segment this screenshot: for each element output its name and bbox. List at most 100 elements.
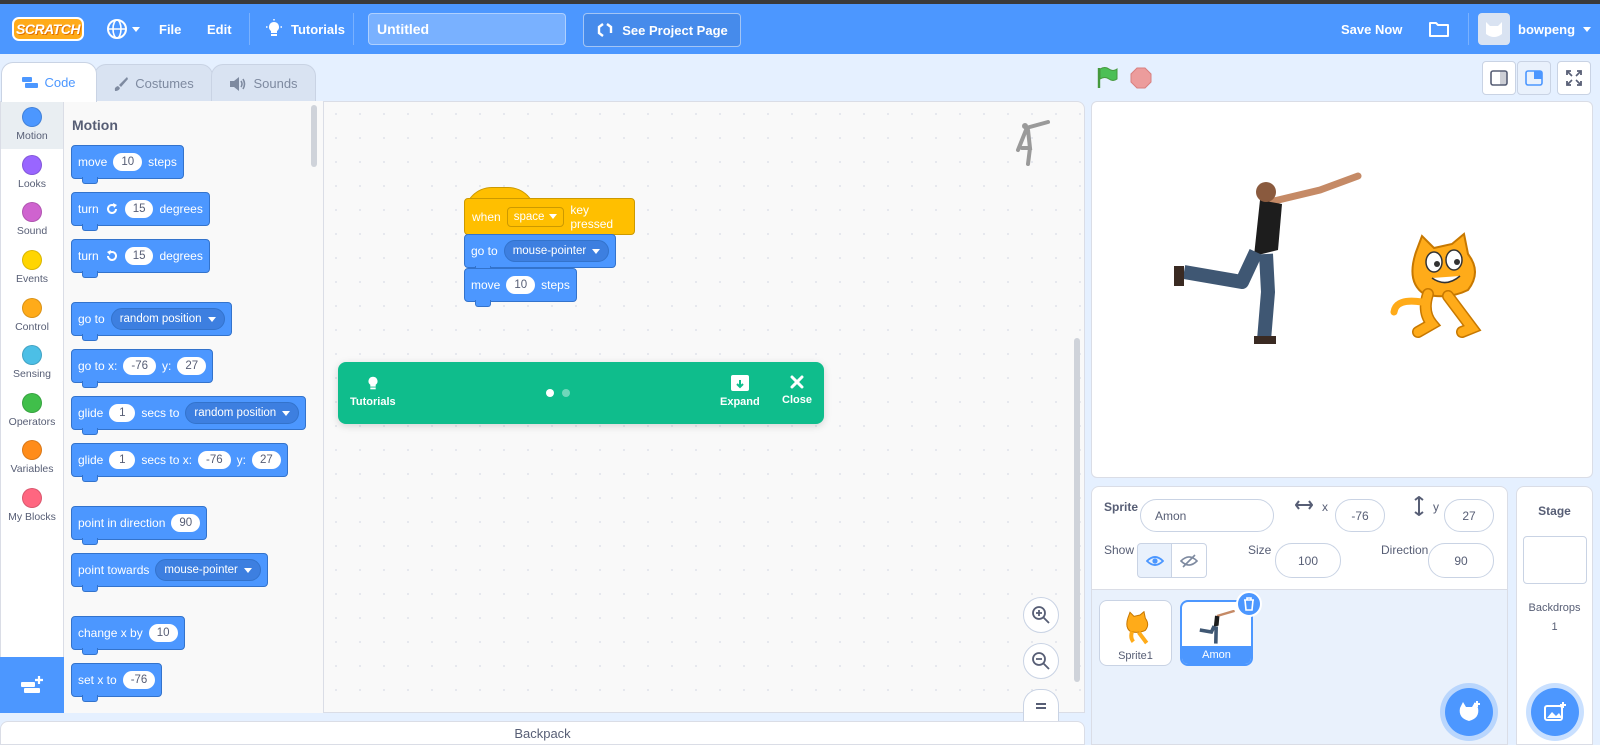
block-number-input[interactable]: 15 (124, 200, 154, 218)
stop-icon[interactable] (1129, 66, 1153, 90)
sprite-thumb-sprite1[interactable]: Sprite1 (1099, 600, 1172, 666)
tutorials-library-button[interactable]: Tutorials (350, 374, 396, 408)
block-turn-left[interactable]: turn 15 degrees (71, 239, 210, 278)
tutorials-label: Tutorials (350, 396, 396, 408)
fullscreen-button[interactable] (1557, 61, 1591, 95)
category-sound[interactable]: Sound (1, 196, 63, 244)
add-extension-button[interactable] (0, 657, 64, 713)
block-dropdown[interactable]: mouse-pointer (155, 559, 261, 581)
green-flag-icon[interactable] (1095, 66, 1119, 90)
zoom-out-button[interactable] (1023, 643, 1059, 679)
block-go-to[interactable]: go to random position (71, 302, 232, 341)
lightbulb-icon (266, 19, 282, 36)
block-text: point in direction (78, 516, 166, 530)
direction-field[interactable]: 90 (1428, 543, 1494, 578)
block-move-steps[interactable]: move 10 steps (71, 145, 184, 184)
block-turn-right[interactable]: turn 15 degrees (71, 192, 210, 231)
fullscreen-icon (1566, 70, 1582, 86)
category-looks[interactable]: Looks (1, 149, 63, 197)
language-menu[interactable] (106, 4, 140, 54)
block-number-input[interactable]: 1 (109, 451, 136, 469)
expand-button[interactable]: Expand (720, 374, 760, 408)
block-go-to-xy[interactable]: go to x: -76 y: 27 (71, 349, 214, 388)
script-block-move[interactable]: move 10 steps (464, 268, 577, 307)
close-icon (790, 375, 804, 389)
x-field[interactable]: -76 (1335, 499, 1385, 532)
edit-menu[interactable]: Edit (207, 4, 232, 54)
operators-dot-icon (22, 392, 42, 413)
block-number-input[interactable]: -76 (123, 357, 156, 375)
delete-sprite-button[interactable] (1236, 591, 1262, 617)
stage-canvas[interactable] (1091, 101, 1593, 478)
category-sensing[interactable]: Sensing (1, 339, 63, 387)
block-dropdown[interactable]: mouse-pointer (503, 240, 610, 262)
block-change-x[interactable]: change x by 10 (71, 616, 185, 655)
block-dropdown[interactable]: random position (185, 402, 300, 424)
category-events[interactable]: Events (1, 244, 63, 292)
block-text: y: (236, 453, 247, 467)
project-title-input[interactable]: Untitled (368, 13, 566, 45)
normal-stage-button[interactable] (1517, 61, 1551, 95)
zoom-reset-button[interactable] (1023, 689, 1059, 721)
block-number-input[interactable]: 90 (171, 514, 201, 532)
block-glide-to[interactable]: glide 1 secs to random position (71, 396, 307, 435)
block-text: secs to (141, 406, 180, 420)
tab-sounds[interactable]: Sounds (211, 64, 316, 102)
block-when-key-pressed[interactable]: when space key pressed (464, 198, 635, 235)
backpack-label: Backpack (514, 725, 571, 741)
sprite-name-field[interactable]: Amon (1140, 499, 1274, 532)
block-number-input[interactable]: 27 (252, 451, 281, 469)
block-text: change x by (78, 626, 143, 640)
choose-backdrop-button[interactable] (1531, 688, 1579, 736)
key-dropdown[interactable]: space (506, 206, 565, 227)
y-field[interactable]: 27 (1444, 499, 1494, 532)
block-number-input[interactable]: 27 (177, 357, 207, 375)
block-number-input[interactable]: 10 (148, 624, 178, 642)
block-number-input[interactable]: -76 (198, 451, 231, 469)
step-dot[interactable] (562, 389, 570, 397)
small-stage-button[interactable] (1482, 61, 1516, 95)
block-glide-to-xy[interactable]: glide 1 secs to x: -76 y: 27 (71, 443, 288, 482)
block-dropdown[interactable]: random position (110, 308, 225, 330)
palette-scrollbar[interactable] (311, 105, 317, 167)
block-point-in-direction[interactable]: point in direction 90 (71, 506, 208, 545)
category-motion[interactable]: Motion (1, 101, 63, 149)
menu-divider (353, 13, 354, 45)
block-number-input[interactable]: -76 (122, 671, 156, 689)
dropdown-value: random position (119, 313, 202, 325)
tab-code[interactable]: Code (1, 62, 97, 102)
tab-costumes[interactable]: Costumes (94, 64, 213, 102)
script-block-go-to[interactable]: go to mouse-pointer (464, 234, 617, 273)
category-operators[interactable]: Operators (1, 387, 63, 435)
stage-thumbnail[interactable] (1522, 536, 1587, 584)
show-button[interactable] (1137, 543, 1172, 578)
account-menu[interactable]: bowpeng (1478, 4, 1592, 54)
file-menu[interactable]: File (159, 4, 181, 54)
category-variables[interactable]: Variables (1, 434, 63, 482)
block-text: go to x: (78, 359, 118, 373)
block-point-towards[interactable]: point towards mouse-pointer (71, 553, 268, 592)
zoom-in-button[interactable] (1023, 597, 1059, 633)
hide-button[interactable] (1172, 543, 1207, 578)
category-control[interactable]: Control (1, 291, 63, 339)
block-number-input[interactable]: 1 (109, 404, 136, 422)
scratch-logo[interactable]: SCRATCH (12, 17, 84, 41)
size-field[interactable]: 100 (1275, 543, 1341, 578)
see-project-page-button[interactable]: See Project Page (583, 13, 741, 47)
step-dot-active[interactable] (546, 389, 554, 397)
choose-sprite-button[interactable] (1445, 688, 1493, 736)
my-stuff-button[interactable] (1428, 4, 1450, 54)
block-number-input[interactable]: 10 (506, 276, 536, 294)
block-number-input[interactable]: 10 (113, 153, 143, 171)
close-label: Close (782, 394, 812, 406)
backpack[interactable]: Backpack (0, 721, 1085, 745)
block-set-x[interactable]: set x to -76 (71, 663, 163, 702)
sprite-ghost-icon (1016, 120, 1050, 166)
events-dot-icon (22, 250, 42, 271)
category-my-blocks[interactable]: My Blocks (1, 482, 63, 530)
block-number-input[interactable]: 15 (124, 247, 154, 265)
workspace-scrollbar[interactable] (1074, 338, 1080, 682)
tutorials-menu[interactable]: Tutorials (265, 4, 345, 54)
close-button[interactable]: Close (782, 374, 812, 406)
save-now-button[interactable]: Save Now (1341, 4, 1402, 54)
